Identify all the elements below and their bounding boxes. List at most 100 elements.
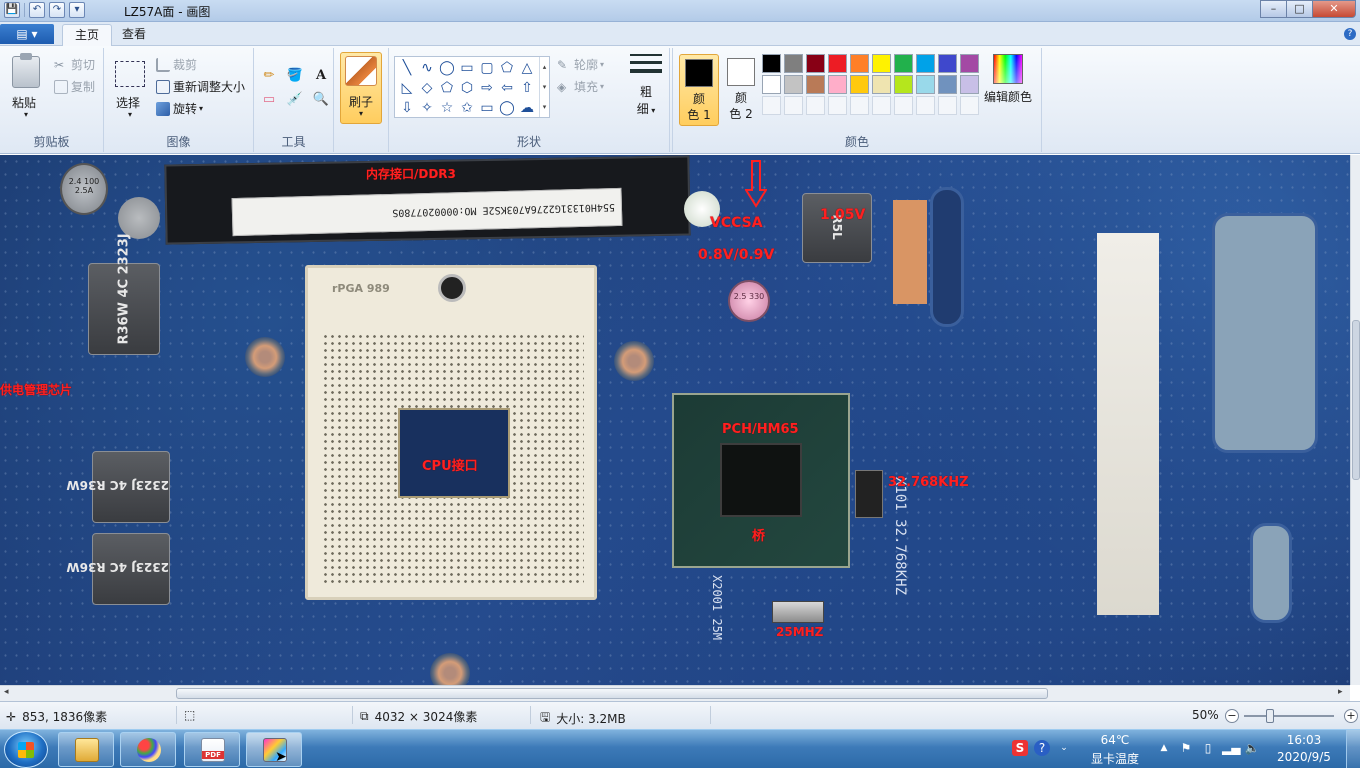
palette-color-swatch[interactable]: [894, 54, 913, 73]
size-button[interactable]: 粗 细 ▾: [628, 54, 664, 117]
palette-color-swatch[interactable]: [916, 54, 935, 73]
tray-expand-icon[interactable]: ⌄: [1056, 740, 1072, 756]
paste-icon[interactable]: [12, 53, 40, 88]
zoom-out-button[interactable]: −: [1225, 709, 1239, 723]
palette-custom-slot[interactable]: [938, 96, 957, 115]
horizontal-scroll-thumb[interactable]: [176, 688, 1048, 699]
palette-custom-slot[interactable]: [850, 96, 869, 115]
resize-button[interactable]: 重新调整大小: [156, 78, 245, 95]
zoom-in-button[interactable]: +: [1344, 709, 1358, 723]
eraser-icon[interactable]: ▭: [259, 90, 279, 110]
shape-item-icon[interactable]: ⇩: [397, 99, 417, 118]
crop-button[interactable]: 裁剪: [156, 56, 197, 73]
shape-item-icon[interactable]: ⬠: [437, 79, 457, 98]
palette-color-swatch[interactable]: [784, 75, 803, 94]
help-tray-icon[interactable]: ?: [1034, 740, 1050, 756]
palette-color-swatch[interactable]: [938, 54, 957, 73]
shape-item-icon[interactable]: ╲: [397, 59, 417, 78]
zoom-slider-thumb[interactable]: [1266, 709, 1274, 723]
redo-icon[interactable]: ↷: [49, 2, 65, 18]
shape-item-icon[interactable]: ⇨: [477, 79, 497, 98]
scroll-right-icon[interactable]: ▸: [1338, 687, 1343, 697]
taskbar-explorer[interactable]: [58, 732, 114, 767]
save-icon[interactable]: 💾: [4, 2, 20, 18]
palette-custom-slot[interactable]: [828, 96, 847, 115]
palette-color-swatch[interactable]: [784, 54, 803, 73]
color1-button[interactable]: 颜 色 1: [679, 54, 719, 126]
shape-item-icon[interactable]: ⇦: [497, 79, 517, 98]
text-icon[interactable]: A: [311, 66, 331, 86]
shape-item-icon[interactable]: ⬠: [497, 59, 517, 78]
palette-color-swatch[interactable]: [960, 75, 979, 94]
palette-color-swatch[interactable]: [894, 75, 913, 94]
shape-item-icon[interactable]: ✩: [457, 99, 477, 118]
palette-color-swatch[interactable]: [872, 75, 891, 94]
shape-item-icon[interactable]: ◺: [397, 79, 417, 98]
outline-button[interactable]: ✎ 轮廓 ▾: [557, 56, 604, 73]
scroll-left-icon[interactable]: ◂: [4, 687, 9, 697]
palette-custom-slot[interactable]: [784, 96, 803, 115]
vertical-scroll-thumb[interactable]: [1352, 320, 1360, 480]
shape-item-icon[interactable]: ✧: [417, 99, 437, 118]
device-icon[interactable]: ▯: [1200, 740, 1216, 756]
shape-item-icon[interactable]: ◇: [417, 79, 437, 98]
palette-color-swatch[interactable]: [916, 75, 935, 94]
color2-button[interactable]: 颜 色 2: [721, 54, 761, 126]
select-button[interactable]: 选择: [116, 94, 140, 111]
copy-button[interactable]: 复制: [54, 78, 95, 95]
shape-item-icon[interactable]: △: [517, 59, 537, 78]
clock-date[interactable]: 2020/9/5: [1268, 750, 1340, 764]
color-picker-icon[interactable]: 💉: [285, 90, 305, 110]
palette-custom-slot[interactable]: [916, 96, 935, 115]
brushes-button[interactable]: 刷子 ▾: [340, 52, 382, 124]
shape-item-icon[interactable]: ▢: [477, 59, 497, 78]
volume-icon[interactable]: 🔈: [1244, 740, 1260, 756]
vertical-scrollbar[interactable]: [1350, 155, 1360, 685]
shape-item-icon[interactable]: ∿: [417, 59, 437, 78]
taskbar-pdf[interactable]: PDF: [184, 732, 240, 767]
palette-color-swatch[interactable]: [806, 54, 825, 73]
help-icon[interactable]: ?: [1344, 28, 1356, 40]
cut-button[interactable]: ✂ 剪切: [54, 56, 95, 73]
taskbar-paint-app[interactable]: [120, 732, 176, 767]
palette-custom-slot[interactable]: [762, 96, 781, 115]
start-button[interactable]: [4, 731, 48, 768]
customize-qat-icon[interactable]: ▾: [69, 2, 85, 18]
canvas[interactable]: 554H01331G2276A703KS2E MO:0000207780S 2.…: [0, 155, 1350, 685]
palette-custom-slot[interactable]: [872, 96, 891, 115]
fill-bucket-icon[interactable]: 🪣: [285, 66, 305, 86]
select-dropdown-icon[interactable]: ▾: [128, 110, 132, 119]
horizontal-scrollbar[interactable]: ◂ ▸: [0, 685, 1350, 701]
shape-item-icon[interactable]: ▭: [457, 59, 477, 78]
palette-color-swatch[interactable]: [850, 54, 869, 73]
paste-button[interactable]: 粘贴: [12, 94, 36, 111]
shape-item-icon[interactable]: ⇧: [517, 79, 537, 98]
show-desktop-button[interactable]: [1346, 730, 1360, 768]
maximize-button[interactable]: □: [1286, 0, 1312, 18]
palette-color-swatch[interactable]: [960, 54, 979, 73]
palette-color-swatch[interactable]: [938, 75, 957, 94]
ime-icon[interactable]: S: [1012, 740, 1028, 756]
palette-color-swatch[interactable]: [850, 75, 869, 94]
action-center-icon[interactable]: ⚑: [1178, 740, 1194, 756]
palette-color-swatch[interactable]: [828, 75, 847, 94]
rotate-button[interactable]: 旋转 ▾: [156, 100, 203, 117]
network-icon[interactable]: ▂▄: [1222, 740, 1240, 756]
file-menu-button[interactable]: ▤ ▾: [0, 24, 54, 44]
undo-icon[interactable]: ↶: [29, 2, 45, 18]
pencil-icon[interactable]: ✏: [259, 66, 279, 86]
shape-item-icon[interactable]: ◯: [497, 99, 517, 118]
close-button[interactable]: ✕: [1312, 0, 1356, 18]
palette-custom-slot[interactable]: [806, 96, 825, 115]
palette-color-swatch[interactable]: [806, 75, 825, 94]
palette-color-swatch[interactable]: [872, 54, 891, 73]
palette-color-swatch[interactable]: [762, 75, 781, 94]
tab-home[interactable]: 主页: [62, 24, 113, 46]
shapes-scroll[interactable]: ▴ ▾ ▾: [539, 57, 549, 117]
minimize-button[interactable]: –: [1260, 0, 1286, 18]
magnifier-icon[interactable]: 🔍: [311, 90, 331, 110]
palette-color-swatch[interactable]: [762, 54, 781, 73]
shape-item-icon[interactable]: ◯: [437, 59, 457, 78]
fill-button[interactable]: ◈ 填充 ▾: [557, 78, 604, 95]
select-icon[interactable]: [115, 61, 145, 87]
